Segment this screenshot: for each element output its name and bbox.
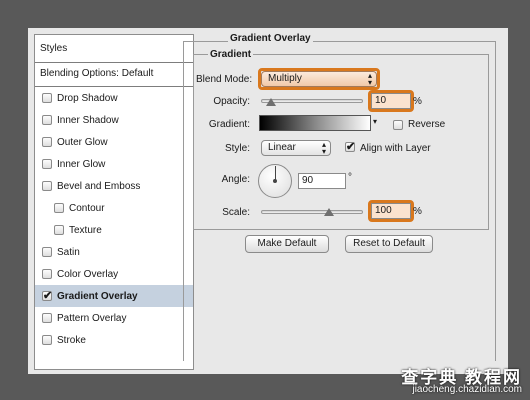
- style-item-drop-shadow[interactable]: Drop Shadow: [35, 87, 193, 109]
- style-checkbox[interactable]: [54, 225, 64, 235]
- style-item-contour[interactable]: Contour: [35, 197, 193, 219]
- styles-header[interactable]: Styles: [35, 35, 193, 63]
- angle-degree: °: [348, 172, 352, 183]
- style-item-label: Bevel and Emboss: [57, 180, 141, 192]
- gradient-dropdown-icon[interactable]: ▾: [373, 117, 377, 126]
- blend-mode-value: Multiply: [268, 73, 302, 84]
- style-checkbox[interactable]: [42, 247, 52, 257]
- gradient-group-title: Gradient: [208, 49, 254, 60]
- blend-mode-label: Blend Mode:: [196, 74, 253, 85]
- style-checkbox[interactable]: [42, 313, 52, 323]
- style-item-texture[interactable]: Texture: [35, 219, 193, 241]
- style-item-label: Color Overlay: [57, 268, 119, 280]
- style-checkbox[interactable]: [42, 289, 52, 302]
- angle-input[interactable]: 90: [298, 173, 346, 189]
- opacity-slider-thumb[interactable]: [266, 98, 277, 106]
- style-checkbox[interactable]: [42, 269, 52, 279]
- scale-input[interactable]: 100: [371, 203, 411, 219]
- style-item-bevel-and-emboss[interactable]: Bevel and Emboss: [35, 175, 193, 197]
- style-item-label: Contour: [69, 202, 105, 214]
- style-item-inner-glow[interactable]: Inner Glow: [35, 153, 193, 175]
- style-checkbox[interactable]: [42, 181, 52, 191]
- blend-mode-select[interactable]: Multiply ▴ ▾: [261, 71, 377, 87]
- style-checkbox[interactable]: [42, 115, 52, 125]
- watermark: 查字典 教程网 jiaocheng.chazidian.com: [401, 368, 522, 396]
- gradient-overlay-title: Gradient Overlay: [228, 33, 313, 44]
- style-item-label: Outer Glow: [57, 136, 108, 148]
- style-checkbox[interactable]: [54, 203, 64, 213]
- angle-label: Angle:: [221, 174, 250, 185]
- reset-to-default-button[interactable]: Reset to Default: [345, 235, 433, 253]
- opacity-input[interactable]: 10: [371, 93, 411, 109]
- scale-slider-thumb[interactable]: [324, 208, 335, 216]
- style-item-label: Inner Glow: [57, 158, 106, 170]
- style-item-label: Texture: [69, 224, 102, 236]
- opacity-percent: %: [413, 96, 422, 107]
- select-arrows-icon: ▴ ▾: [367, 71, 372, 87]
- style-checkbox[interactable]: [42, 159, 52, 169]
- style-item-label: Pattern Overlay: [57, 312, 127, 324]
- style-checkbox[interactable]: [42, 93, 52, 103]
- angle-dial[interactable]: [258, 164, 292, 198]
- style-item-pattern-overlay[interactable]: Pattern Overlay: [35, 307, 193, 329]
- angle-dial-center: [273, 179, 277, 183]
- style-checkbox[interactable]: [42, 335, 52, 345]
- align-with-layer-checkbox[interactable]: [345, 140, 355, 153]
- opacity-label: Opacity:: [213, 96, 250, 107]
- styles-panel: Styles Blending Options: Default Drop Sh…: [34, 34, 194, 370]
- layer-style-dialog: Styles Blending Options: Default Drop Sh…: [28, 28, 508, 374]
- style-item-color-overlay[interactable]: Color Overlay: [35, 263, 193, 285]
- style-item-label: Stroke: [57, 334, 86, 346]
- style-label: Style:: [224, 143, 250, 154]
- scale-slider[interactable]: [261, 210, 363, 214]
- style-value: Linear: [268, 142, 296, 153]
- style-item-label: Satin: [57, 246, 80, 258]
- style-checkbox[interactable]: [42, 137, 52, 147]
- gradient-label: Gradient:: [208, 119, 250, 130]
- align-with-layer-label: Align with Layer: [360, 143, 431, 154]
- style-item-label: Inner Shadow: [57, 114, 119, 126]
- make-default-button[interactable]: Make Default: [245, 235, 329, 253]
- style-item-label: Drop Shadow: [57, 92, 118, 104]
- style-item-gradient-overlay[interactable]: Gradient Overlay: [35, 285, 193, 307]
- reverse-checkbox[interactable]: [393, 120, 403, 130]
- watermark-title: 查字典 教程网: [401, 368, 522, 387]
- gradient-picker[interactable]: [259, 115, 371, 131]
- style-item-label: Gradient Overlay: [57, 290, 138, 302]
- style-select[interactable]: Linear ▴ ▾: [261, 140, 331, 156]
- style-item-satin[interactable]: Satin: [35, 241, 193, 263]
- style-item-outer-glow[interactable]: Outer Glow: [35, 131, 193, 153]
- reverse-label: Reverse: [408, 119, 446, 130]
- style-item-stroke[interactable]: Stroke: [35, 329, 193, 351]
- opacity-slider[interactable]: [261, 99, 363, 103]
- select-arrows-icon: ▴ ▾: [321, 140, 326, 156]
- scale-percent: %: [413, 206, 422, 217]
- scale-label: Scale:: [222, 207, 250, 218]
- blending-options-item[interactable]: Blending Options: Default: [35, 63, 193, 87]
- style-item-inner-shadow[interactable]: Inner Shadow: [35, 109, 193, 131]
- style-list: Drop Shadow Inner Shadow Outer Glow Inner G…: [35, 87, 193, 351]
- watermark-url: jiaocheng.chazidian.com: [412, 384, 522, 395]
